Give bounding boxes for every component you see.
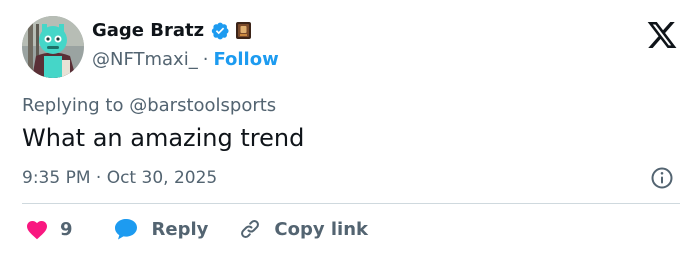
link-icon [238,217,262,241]
reply-label: Reply [151,218,209,240]
like-count: 9 [60,218,73,240]
divider [22,203,680,204]
reply-button[interactable]: Reply [113,217,209,241]
tweet-timestamp[interactable]: 9:35 PM · Oct 30, 2025 [22,168,217,188]
x-logo-icon[interactable] [646,19,678,51]
copy-link-button[interactable]: Copy link [238,217,368,241]
follow-button[interactable]: Follow [213,49,278,70]
action-bar: 9 Reply Copy link [22,216,368,242]
author-handle[interactable]: @NFTmaxi_ [92,49,198,70]
speech-bubble-icon [113,217,139,241]
affiliate-badge-icon[interactable] [236,22,252,39]
replying-to-handle[interactable]: @barstoolsports [129,95,276,116]
author-display-name[interactable]: Gage Bratz [92,20,204,41]
verified-badge-icon [210,21,230,41]
tweet-card: Gage Bratz @NFTmaxi_ · Follow Replying t… [0,0,700,256]
author-handle-row: @NFTmaxi_ · Follow [92,49,279,70]
like-button[interactable]: 9 [22,218,73,240]
copy-link-label: Copy link [274,218,368,240]
author-name-row: Gage Bratz [92,20,252,41]
tweet-text: What an amazing trend [22,124,305,152]
replying-to: Replying to @barstoolsports [22,95,276,116]
heart-icon [24,218,50,240]
avatar[interactable] [22,16,84,78]
info-icon[interactable] [650,166,674,190]
separator-dot: · [202,49,209,70]
replying-prefix: Replying to [22,95,124,116]
